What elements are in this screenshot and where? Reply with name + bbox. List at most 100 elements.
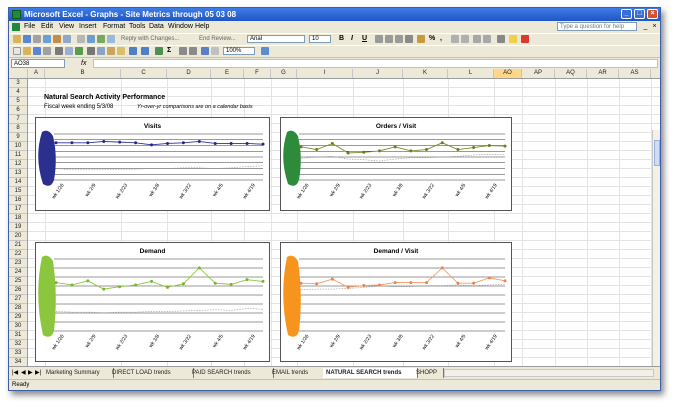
row-header[interactable]: 26 [9,286,27,295]
comma-button[interactable]: , [440,34,442,44]
font-name-select[interactable]: Arial [247,35,305,43]
cut-icon[interactable] [87,47,95,55]
chart-orders-per-visit[interactable]: Orders / Visit wk 1/26 wk 2/9 wk 2/23 wk 3/8… [280,117,512,211]
mail-icon[interactable] [33,35,41,43]
sheet-tab[interactable]: PAID SEARCH trends [189,368,274,378]
mail2-icon[interactable] [43,47,51,55]
row-header[interactable]: 29 [9,313,27,322]
workspace-icon[interactable] [107,35,115,43]
row-header[interactable]: 30 [9,322,27,331]
increase-decimal-icon[interactable] [451,35,459,43]
last-sheet-button[interactable]: ▶| [35,369,41,377]
column-header[interactable]: AQ [555,69,587,78]
column-header[interactable]: D [167,69,211,78]
column-header[interactable]: AS [619,69,651,78]
menu-view[interactable]: View [59,22,74,32]
first-sheet-button[interactable]: |◀ [12,369,18,377]
row-header[interactable]: 22 [9,250,27,259]
next-sheet-button[interactable]: ▶ [28,369,33,377]
menu-insert[interactable]: Insert [79,22,97,32]
underline-button[interactable]: U [362,34,367,44]
row-header[interactable]: 24 [9,268,27,277]
permission-icon[interactable] [53,35,61,43]
chart-visits[interactable]: Visits wk 1/26 wk 2/9 wk 2/23 wk 3/8 wk 3/22 w… [35,117,270,211]
row-header[interactable]: 20 [9,232,27,241]
column-header[interactable]: K [403,69,448,78]
save-icon[interactable] [23,35,31,43]
column-header[interactable]: AR [587,69,619,78]
row-header[interactable]: 5 [9,97,27,106]
menu-format[interactable]: Format [103,22,125,32]
row-header[interactable]: 15 [9,187,27,196]
spreadsheet-grid[interactable]: A B C D E F G I J K L AO AP AQ AR AS 3 4 5 6 7 8 9 10 11 12 13 14 1… [9,69,660,366]
chart-wizard-icon[interactable] [201,47,209,55]
preview-icon[interactable] [65,47,73,55]
row-header[interactable]: 25 [9,277,27,286]
row-header[interactable]: 8 [9,124,27,133]
menu-tools[interactable]: Tools [129,22,145,32]
open-icon[interactable] [23,47,31,55]
help-icon[interactable] [261,47,269,55]
zoom-select[interactable]: 100% [223,47,255,55]
reply-with-changes-button[interactable]: Reply with Changes... [121,35,179,44]
menu-help[interactable]: Help [195,22,209,32]
italic-button[interactable]: I [351,34,353,44]
menu-data[interactable]: Data [149,22,164,32]
vertical-scroll-thumb[interactable] [654,140,660,166]
row-header[interactable]: 19 [9,223,27,232]
row-header[interactable]: 33 [9,349,27,358]
row-header[interactable]: 28 [9,304,27,313]
align-left-icon[interactable] [375,35,383,43]
row-header[interactable]: 16 [9,196,27,205]
chart-demand-per-visit[interactable]: Demand / Visit wk 1/26 wk 2/9 wk 2/23 wk 3/8… [280,242,512,362]
column-header[interactable]: A [28,69,45,78]
horizontal-scrollbar[interactable] [444,369,654,377]
workbook-icon[interactable] [12,23,20,31]
percent-button[interactable]: % [429,34,435,44]
print2-icon[interactable] [55,47,63,55]
sheet-tab[interactable]: DIRECT LOAD trends [109,368,194,378]
row-header[interactable]: 9 [9,133,27,142]
currency-icon[interactable] [417,35,425,43]
formula-input[interactable] [93,59,658,68]
row-header[interactable]: 34 [9,358,27,366]
autosum-button[interactable]: Σ [167,46,171,56]
column-header[interactable]: F [244,69,271,78]
doc-close-button[interactable]: × [651,23,658,30]
sheet-tab[interactable]: Marketing Summary [43,368,114,378]
help-search-box[interactable]: Type a question for help [557,22,637,31]
font-color-icon[interactable] [521,35,529,43]
shared-icon[interactable] [97,35,105,43]
column-header[interactable]: G [271,69,297,78]
borders-icon[interactable] [497,35,505,43]
row-header[interactable]: 4 [9,88,27,97]
row-header[interactable]: 3 [9,79,27,88]
menu-edit[interactable]: Edit [41,22,53,32]
row-header[interactable]: 23 [9,259,27,268]
format-painter-icon[interactable] [117,47,125,55]
row-header[interactable]: 6 [9,106,27,115]
merge-center-icon[interactable] [405,35,413,43]
column-header[interactable]: J [353,69,403,78]
name-box[interactable]: AO38 [11,59,65,68]
spelling-icon[interactable] [75,47,83,55]
column-header[interactable]: B [45,69,121,78]
row-header[interactable]: 17 [9,205,27,214]
row-header[interactable]: 32 [9,340,27,349]
decrease-indent-icon[interactable] [473,35,481,43]
row-header[interactable]: 11 [9,151,27,160]
row-header[interactable]: 21 [9,241,27,250]
track-icon[interactable] [77,35,85,43]
prev-sheet-button[interactable]: ◀ [21,369,26,377]
hyperlink-icon[interactable] [155,47,163,55]
compare-icon[interactable] [87,35,95,43]
redo-icon[interactable] [141,47,149,55]
insert-function-button[interactable]: fx [81,58,86,69]
fill-color-icon[interactable] [509,35,517,43]
menu-window[interactable]: Window [168,22,193,32]
column-header[interactable]: AO [494,69,522,78]
doc-minimize-button[interactable]: _ [642,23,649,30]
save2-icon[interactable] [33,47,41,55]
row-header[interactable]: 12 [9,160,27,169]
row-header[interactable]: 27 [9,295,27,304]
